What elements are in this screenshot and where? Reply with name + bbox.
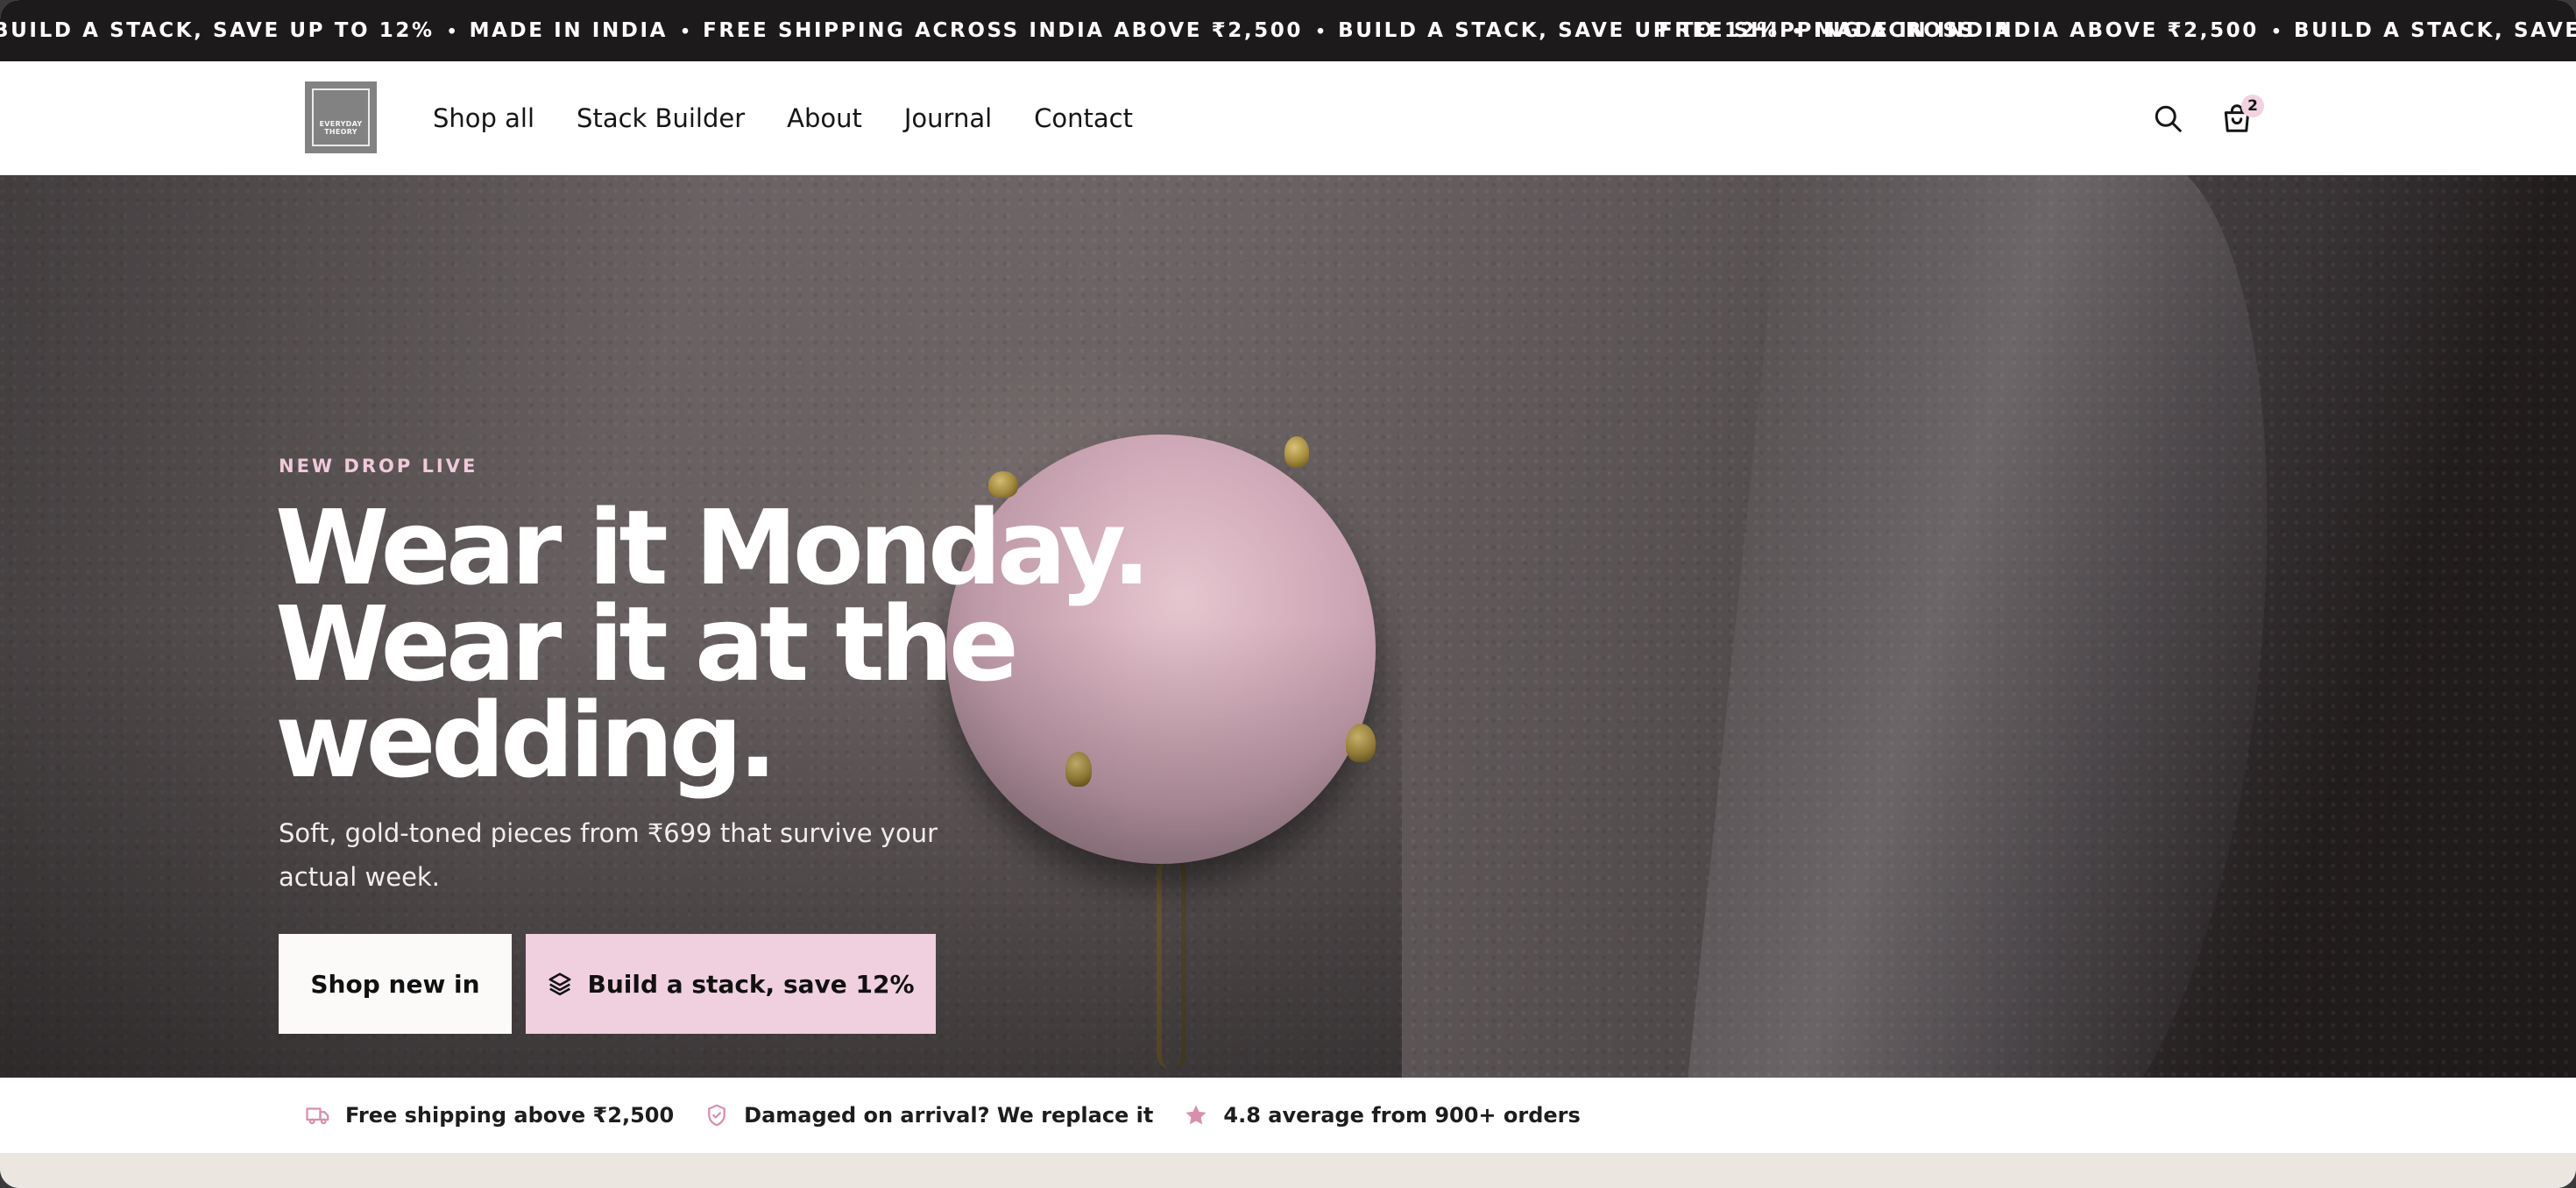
build-stack-button[interactable]: Build a stack, save 12% (526, 934, 936, 1034)
announcement-separator: • (682, 18, 690, 42)
announcement-message: Build a stack, save up to 12% (2293, 19, 2576, 42)
trust-text: Free shipping above ₹2,500 (345, 1103, 675, 1128)
nav-about[interactable]: About (787, 103, 862, 133)
trust-bar: Free shipping above ₹2,500 Damaged on ar… (0, 1078, 2576, 1153)
next-section-edge (0, 1153, 2576, 1188)
announcement-message: Free shipping across India above ₹2,500 (703, 19, 1303, 42)
build-stack-label: Build a stack, save 12% (587, 969, 915, 999)
site-header: EVERYDAY THEORY Shop all Stack Builder A… (0, 61, 2576, 175)
logo-text-line2: THEORY (324, 128, 357, 136)
nav-shop-all[interactable]: Shop all (433, 103, 534, 133)
hero-cta-group: Shop new in Build a stack, save 12% (279, 934, 936, 1034)
brand-logo[interactable]: EVERYDAY THEORY (305, 81, 377, 153)
logo-text-line1: EVERYDAY (319, 120, 363, 128)
hero-headline-line: wedding. (275, 680, 777, 801)
hero-headline-line: Wear it at the (275, 583, 1019, 704)
trust-text: 4.8 average from 900+ orders (1223, 1103, 1581, 1128)
truck-icon (306, 1107, 329, 1125)
hero-subcopy: Soft, gold-toned pieces from ₹699 that s… (279, 818, 938, 892)
announcement-separator: • (2272, 18, 2280, 42)
search-icon (2155, 105, 2182, 132)
main-nav: Shop all Stack Builder About Journal Con… (433, 61, 1133, 175)
shop-new-in-button[interactable]: Shop new in (279, 934, 512, 1034)
shield-icon (708, 1104, 726, 1127)
earring-prong (1284, 436, 1309, 468)
nav-stack-builder[interactable]: Stack Builder (577, 103, 745, 133)
hero-content: New drop live Wear it Monday. Wear it at… (275, 175, 1155, 1078)
announcement-separator: • (1317, 18, 1325, 42)
announcement-track-repeat: Free shipping across India above ₹2,500 … (1659, 0, 2576, 61)
nav-journal[interactable]: Journal (904, 103, 992, 133)
layers-icon (548, 972, 571, 996)
announcement-bar: Build a stack, save up to 12% • Made in … (0, 0, 2576, 61)
browser-viewport: Build a stack, save up to 12% • Made in … (0, 0, 2576, 1188)
hero-eyebrow: New drop live (279, 456, 478, 477)
hero-headline: Wear it Monday. Wear it at the wedding. (275, 487, 1151, 801)
cart-count-badge: 2 (2241, 95, 2264, 117)
trust-items: Free shipping above ₹2,500 Damaged on ar… (305, 1078, 1581, 1153)
star-icon (1185, 1105, 1207, 1125)
announcement-message: Free shipping across India above ₹2,500 (1659, 19, 2259, 42)
trust-item-rating: 4.8 average from 900+ orders (1183, 1102, 1581, 1128)
nav-contact[interactable]: Contact (1034, 103, 1133, 133)
announcement-message: Made in India (469, 19, 669, 42)
cart-button[interactable]: 2 (2215, 95, 2264, 140)
trust-item-shipping: Free shipping above ₹2,500 (305, 1102, 674, 1128)
trust-item-replacement: Damaged on arrival? We replace it (704, 1102, 1153, 1128)
trust-text: Damaged on arrival? We replace it (744, 1103, 1154, 1128)
logo-mark: EVERYDAY THEORY (312, 88, 370, 146)
search-button[interactable] (2146, 96, 2190, 140)
hero-headline-line: Wear it Monday. (275, 487, 1151, 608)
announcement-message: Build a stack, save up to 12% (0, 19, 435, 42)
hero-section: New drop live Wear it Monday. Wear it at… (0, 175, 2576, 1078)
announcement-separator: • (448, 18, 456, 42)
